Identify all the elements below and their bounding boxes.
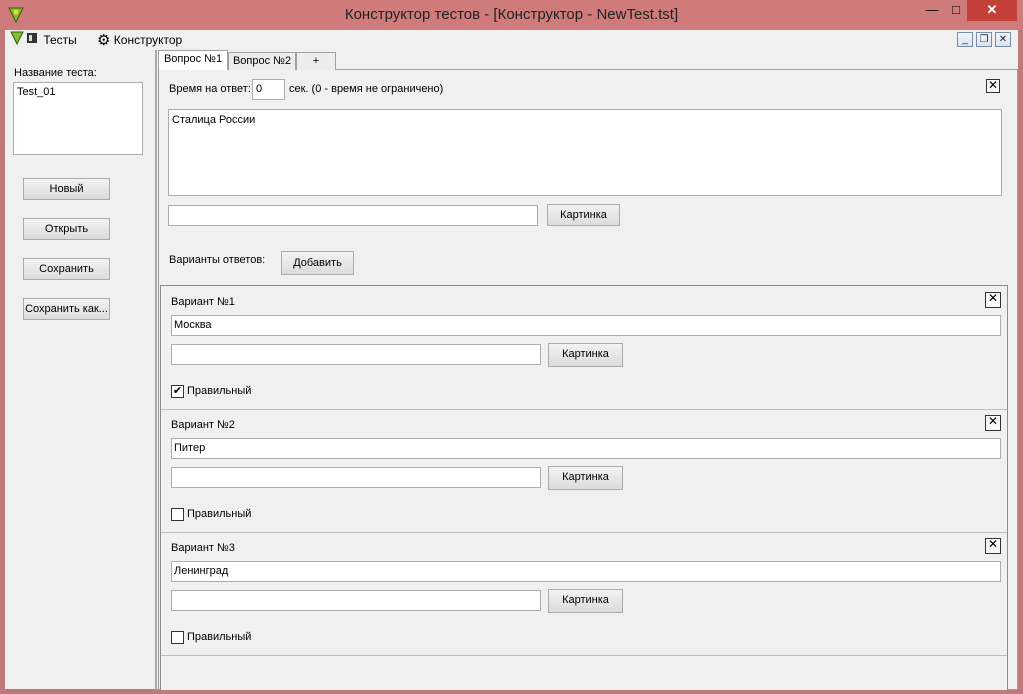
delete-question-button[interactable]: ✕ xyxy=(986,79,1000,93)
variant-1-correct-checkbox[interactable]: ✔ xyxy=(171,385,184,398)
variant-3-correct-checkbox[interactable] xyxy=(171,631,184,644)
variant-title: Вариант №1 xyxy=(171,296,235,308)
checkmark-icon: ✔ xyxy=(172,385,183,397)
time-input[interactable]: 0 xyxy=(252,79,285,100)
variant-3-correct-label[interactable]: Правильный xyxy=(187,631,251,643)
answer-variants-panel[interactable]: Вариант №1 ✕ Москва Картинка ✔ Правильны… xyxy=(160,285,1008,690)
test-name-label: Название теста: xyxy=(14,67,97,79)
time-label: Время на ответ: xyxy=(169,83,251,95)
mdi-controls: _ ❐ ✕ xyxy=(957,32,1017,48)
menu-tests-label: Тесты xyxy=(43,33,77,48)
variant-title: Вариант №2 xyxy=(171,419,235,431)
mdi-restore-icon[interactable]: ❐ xyxy=(976,32,992,47)
variant-1-picture-path-input[interactable] xyxy=(171,344,541,365)
question-picture-path-input[interactable] xyxy=(168,205,538,226)
test-name-input[interactable]: Test_01 xyxy=(13,82,143,155)
menu-tests[interactable]: Тесты xyxy=(10,30,77,50)
open-button[interactable]: Открыть xyxy=(23,218,110,240)
variant-title: Вариант №3 xyxy=(171,542,235,554)
variant-2-text-input[interactable]: Питер xyxy=(171,438,1001,459)
maximize-icon[interactable]: □ xyxy=(945,0,967,21)
close-window-button[interactable]: ✕ xyxy=(967,0,1017,21)
variant-1: Вариант №1 ✕ Москва Картинка ✔ Правильны… xyxy=(161,286,1007,410)
panel-splitter[interactable] xyxy=(155,50,157,690)
variant-1-text-input[interactable]: Москва xyxy=(171,315,1001,336)
close-icon: ✕ xyxy=(987,78,999,92)
variant-2-correct-label[interactable]: Правильный xyxy=(187,508,251,520)
variant-2: Вариант №2 ✕ Питер Картинка Правильный xyxy=(161,409,1007,533)
question-text-area[interactable]: Сталица России xyxy=(168,109,1002,196)
variant-3: Вариант №3 ✕ Ленинград Картинка Правильн… xyxy=(161,532,1007,656)
variant-1-picture-button[interactable]: Картинка xyxy=(548,343,623,367)
variant-3-picture-button[interactable]: Картинка xyxy=(548,589,623,613)
mdi-close-icon[interactable]: ✕ xyxy=(995,32,1011,47)
menu-constructor-label: Конструктор xyxy=(113,33,183,47)
time-hint: сек. (0 - время не ограничено) xyxy=(289,83,444,95)
save-as-button[interactable]: Сохранить как... xyxy=(23,298,110,320)
question-picture-button[interactable]: Картинка xyxy=(547,204,620,226)
tab-question-2[interactable]: Вопрос №2 xyxy=(228,52,296,70)
minimize-icon[interactable]: — xyxy=(921,0,943,21)
delete-variant-2-button[interactable]: ✕ xyxy=(985,415,1001,431)
delete-variant-3-button[interactable]: ✕ xyxy=(985,538,1001,554)
close-icon: ✕ xyxy=(987,414,999,428)
gear-icon: ⚙ xyxy=(97,31,111,49)
variant-1-correct-label[interactable]: Правильный xyxy=(187,385,251,397)
add-answer-button[interactable]: Добавить xyxy=(281,251,354,275)
new-button[interactable]: Новый xyxy=(23,178,110,200)
mdi-minimize-icon[interactable]: _ xyxy=(957,32,973,47)
variant-3-picture-path-input[interactable] xyxy=(171,590,541,611)
tests-menu-icon xyxy=(10,30,40,52)
close-icon: ✕ xyxy=(987,291,999,305)
variant-2-correct-checkbox[interactable] xyxy=(171,508,184,521)
menu-constructor[interactable]: ⚙ Конструктор xyxy=(97,30,182,50)
window-title: Конструктор тестов - [Конструктор - NewT… xyxy=(344,6,679,23)
variant-2-picture-path-input[interactable] xyxy=(171,467,541,488)
tab-question-1[interactable]: Вопрос №1 xyxy=(158,50,228,70)
close-icon: ✕ xyxy=(987,537,999,551)
answers-label: Варианты ответов: xyxy=(169,254,266,266)
tab-add-question[interactable]: + xyxy=(296,52,336,70)
variant-3-text-input[interactable]: Ленинград xyxy=(171,561,1001,582)
save-button[interactable]: Сохранить xyxy=(23,258,110,280)
delete-variant-1-button[interactable]: ✕ xyxy=(985,292,1001,308)
variant-2-picture-button[interactable]: Картинка xyxy=(548,466,623,490)
